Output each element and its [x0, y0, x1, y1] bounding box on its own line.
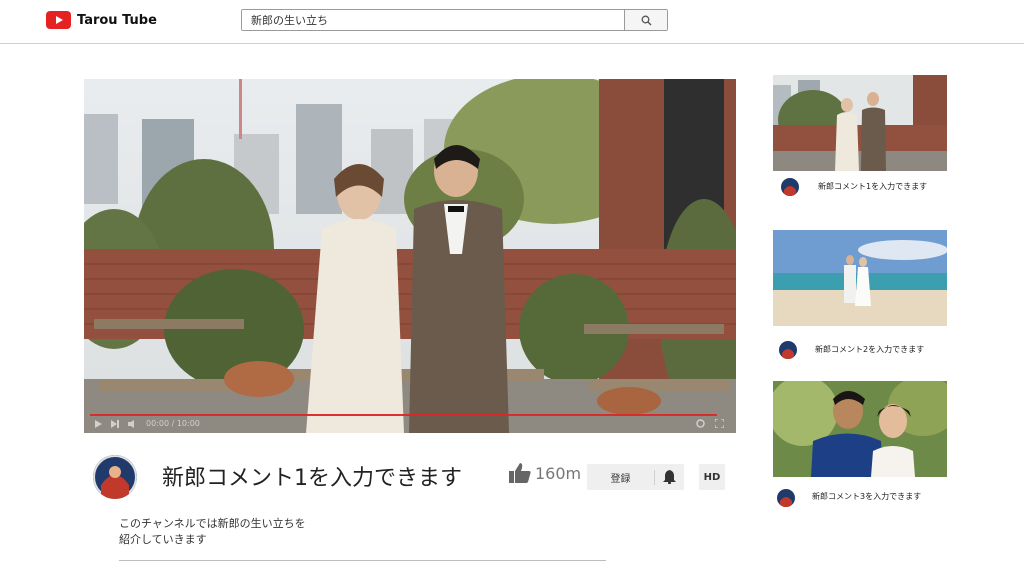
recommended-title[interactable]: 新郎コメント1を入力できます: [818, 181, 927, 192]
channel-avatar[interactable]: [93, 455, 137, 499]
avatar-image: [777, 489, 795, 507]
thumbs-up-icon: [509, 463, 531, 483]
video-frame-image: [84, 79, 736, 433]
thumbnail-image: [773, 75, 947, 171]
video-title: 新郎コメント1を入力できます: [162, 466, 462, 491]
search-icon: [641, 15, 651, 25]
settings-icon[interactable]: [696, 419, 705, 428]
search-button[interactable]: [624, 10, 667, 30]
logo[interactable]: Tarou Tube: [46, 11, 157, 29]
thumbnail-image: [773, 230, 947, 326]
description-line: このチャンネルでは新郎の生い立ちを: [119, 517, 306, 530]
divider: [119, 560, 606, 561]
play-icon[interactable]: [94, 419, 102, 428]
thumbnail-image: [773, 381, 947, 477]
recommended-title[interactable]: 新郎コメント3を入力できます: [812, 491, 921, 502]
subscribe-group: 登録: [587, 464, 684, 490]
hd-button[interactable]: HD: [699, 464, 725, 490]
progress-bar[interactable]: [90, 414, 718, 416]
video-player[interactable]: 00:00 / 10:00: [84, 79, 736, 433]
play-logo-icon: [46, 11, 71, 29]
description-line: 紹介していきます: [119, 533, 207, 546]
like-count: 160m: [535, 463, 582, 483]
avatar-image: [781, 178, 799, 196]
top-bar: Tarou Tube: [0, 0, 1024, 44]
bell-icon: [663, 470, 676, 484]
avatar-image: [93, 455, 137, 499]
next-icon[interactable]: [111, 419, 119, 428]
avatar-image: [779, 341, 797, 359]
subscribe-button[interactable]: 登録: [587, 469, 655, 485]
recommended-channel-avatar[interactable]: [779, 341, 797, 359]
like-button[interactable]: 160m: [509, 463, 581, 483]
volume-icon[interactable]: [128, 419, 137, 428]
recommended-title[interactable]: 新郎コメント2を入力できます: [815, 344, 924, 355]
recommended-thumbnail[interactable]: [773, 230, 947, 326]
recommended-channel-avatar[interactable]: [777, 489, 795, 507]
logo-text: Tarou Tube: [77, 12, 157, 28]
notification-button[interactable]: [655, 470, 684, 484]
recommended-thumbnail[interactable]: [773, 75, 947, 171]
time-label: 00:00 / 10:00: [146, 419, 200, 428]
search-input[interactable]: [242, 10, 624, 30]
recommended-thumbnail[interactable]: [773, 381, 947, 477]
search-bar: [241, 9, 668, 31]
player-controls: 00:00 / 10:00: [84, 411, 736, 433]
fullscreen-icon[interactable]: [715, 419, 724, 428]
recommended-channel-avatar[interactable]: [781, 178, 799, 196]
video-description: このチャンネルでは新郎の生い立ちを 紹介していきます: [119, 516, 306, 548]
